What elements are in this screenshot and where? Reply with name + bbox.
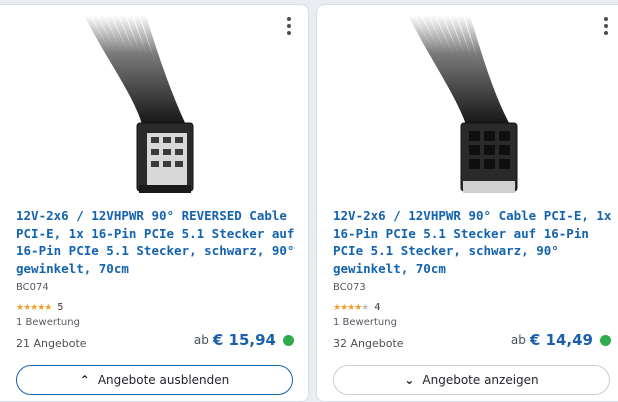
- price-prefix: ab: [193, 333, 209, 347]
- hide-offers-button[interactable]: ⌃ Angebote ausblenden: [16, 365, 293, 395]
- product-card: 12V-2x6 / 12VHPWR 90° Cable PCI-E, 1x 16…: [316, 4, 618, 402]
- button-label: Angebote ausblenden: [97, 373, 230, 387]
- price-value: € 14,49: [529, 331, 593, 349]
- price-prefix: ab: [510, 333, 526, 347]
- product-title-link[interactable]: 12V-2x6 / 12VHPWR 90° REVERSED Cable PCI…: [16, 207, 296, 277]
- offer-count: 32 Angebote: [333, 337, 404, 350]
- product-image[interactable]: [67, 15, 237, 195]
- availability-dot-icon: [600, 334, 611, 346]
- more-options-icon[interactable]: [279, 13, 299, 39]
- product-image[interactable]: [389, 15, 559, 195]
- button-label: Angebote anzeigen: [422, 373, 539, 387]
- product-card: 12V-2x6 / 12VHPWR 90° REVERSED Cable PCI…: [0, 4, 309, 402]
- chevron-down-icon: ⌄: [404, 373, 415, 387]
- product-grid: 12V-2x6 / 12VHPWR 90° REVERSED Cable PCI…: [0, 0, 618, 402]
- offer-count: 21 Angebote: [16, 337, 87, 350]
- price-value: € 15,94: [212, 331, 276, 349]
- product-sku: BC074: [16, 282, 49, 293]
- more-options-icon[interactable]: [596, 13, 616, 39]
- review-count-link[interactable]: 1 Bewertung: [16, 317, 80, 328]
- product-sku: BC073: [333, 282, 366, 293]
- show-offers-button[interactable]: ⌄ Angebote anzeigen: [333, 365, 610, 395]
- star-rating-icon: ★★★★★: [16, 302, 52, 313]
- rating[interactable]: ★★★★★ 4: [333, 302, 380, 313]
- price-block: ab € 14,49: [511, 331, 611, 349]
- star-rating-icon: ★★★★★: [333, 302, 369, 313]
- review-count-link[interactable]: 1 Bewertung: [333, 317, 397, 328]
- rating[interactable]: ★★★★★ 5: [16, 302, 63, 313]
- rating-value: 5: [57, 302, 64, 313]
- price-block: ab € 15,94: [194, 331, 294, 349]
- availability-dot-icon: [283, 334, 294, 346]
- chevron-up-icon: ⌃: [79, 373, 90, 387]
- product-title-link[interactable]: 12V-2x6 / 12VHPWR 90° Cable PCI-E, 1x 16…: [333, 207, 618, 277]
- rating-value: 4: [374, 302, 381, 313]
